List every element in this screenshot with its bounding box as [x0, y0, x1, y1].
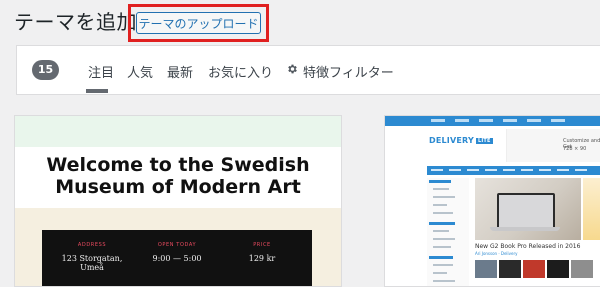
theme-preview-headline: Welcome to the Swedish Museum of Modern …	[46, 154, 310, 198]
theme-count-badge: 15	[32, 60, 59, 80]
theme-preview-menu-bar	[427, 166, 600, 175]
feature-filter-link[interactable]: 特徴フィルター	[303, 62, 394, 81]
laptop-image	[490, 193, 560, 231]
thumbnail-image	[547, 260, 569, 278]
theme-preview-ad-banner: Customize and Get 728 × 90	[506, 129, 600, 162]
theme-card-museum[interactable]: Welcome to the Swedish Museum of Modern …	[14, 115, 342, 287]
info-price: PRICE 129 kr	[248, 242, 276, 263]
theme-preview-topnav	[385, 116, 600, 126]
tab-favorites[interactable]: お気に入り	[208, 62, 273, 81]
thumbnail-image	[523, 260, 545, 278]
gear-icon	[288, 64, 297, 74]
tab-featured[interactable]: 注目	[88, 62, 114, 81]
upload-theme-button[interactable]: テーマのアップロード	[136, 12, 261, 34]
tab-latest[interactable]: 最新	[167, 62, 193, 81]
active-tab-indicator	[86, 89, 108, 93]
theme-card-delivery[interactable]: DELIVERY LITE Customize and Get 728 × 90 …	[384, 115, 600, 287]
theme-preview-logo: DELIVERY LITE	[429, 136, 493, 145]
page-title: テーマを追加	[14, 10, 137, 34]
upload-highlight-frame: テーマのアップロード	[128, 4, 269, 42]
theme-preview-post-title: New G2 Book Pro Released in 2016	[475, 243, 581, 250]
theme-preview-post-meta: Ari Jonsson · Delivery	[475, 251, 518, 256]
info-address: ADDRESS 123 Storgatan, Umeå	[61, 242, 123, 272]
tab-popular[interactable]: 人気	[127, 62, 153, 81]
theme-preview-top-strip	[15, 116, 341, 147]
theme-preview-side-image	[583, 178, 600, 240]
thumbnail-image	[571, 260, 593, 278]
thumbnail-image	[475, 260, 497, 278]
thumbnail-image	[499, 260, 521, 278]
theme-filter-bar: 15 注目 人気 最新 お気に入り 特徴フィルター	[16, 45, 600, 95]
info-hours: OPEN TODAY 9:00 — 5:00	[152, 242, 202, 263]
theme-preview-info-panel: ADDRESS 123 Storgatan, Umeå OPEN TODAY 9…	[42, 230, 312, 286]
theme-preview-sidebar	[427, 178, 469, 286]
